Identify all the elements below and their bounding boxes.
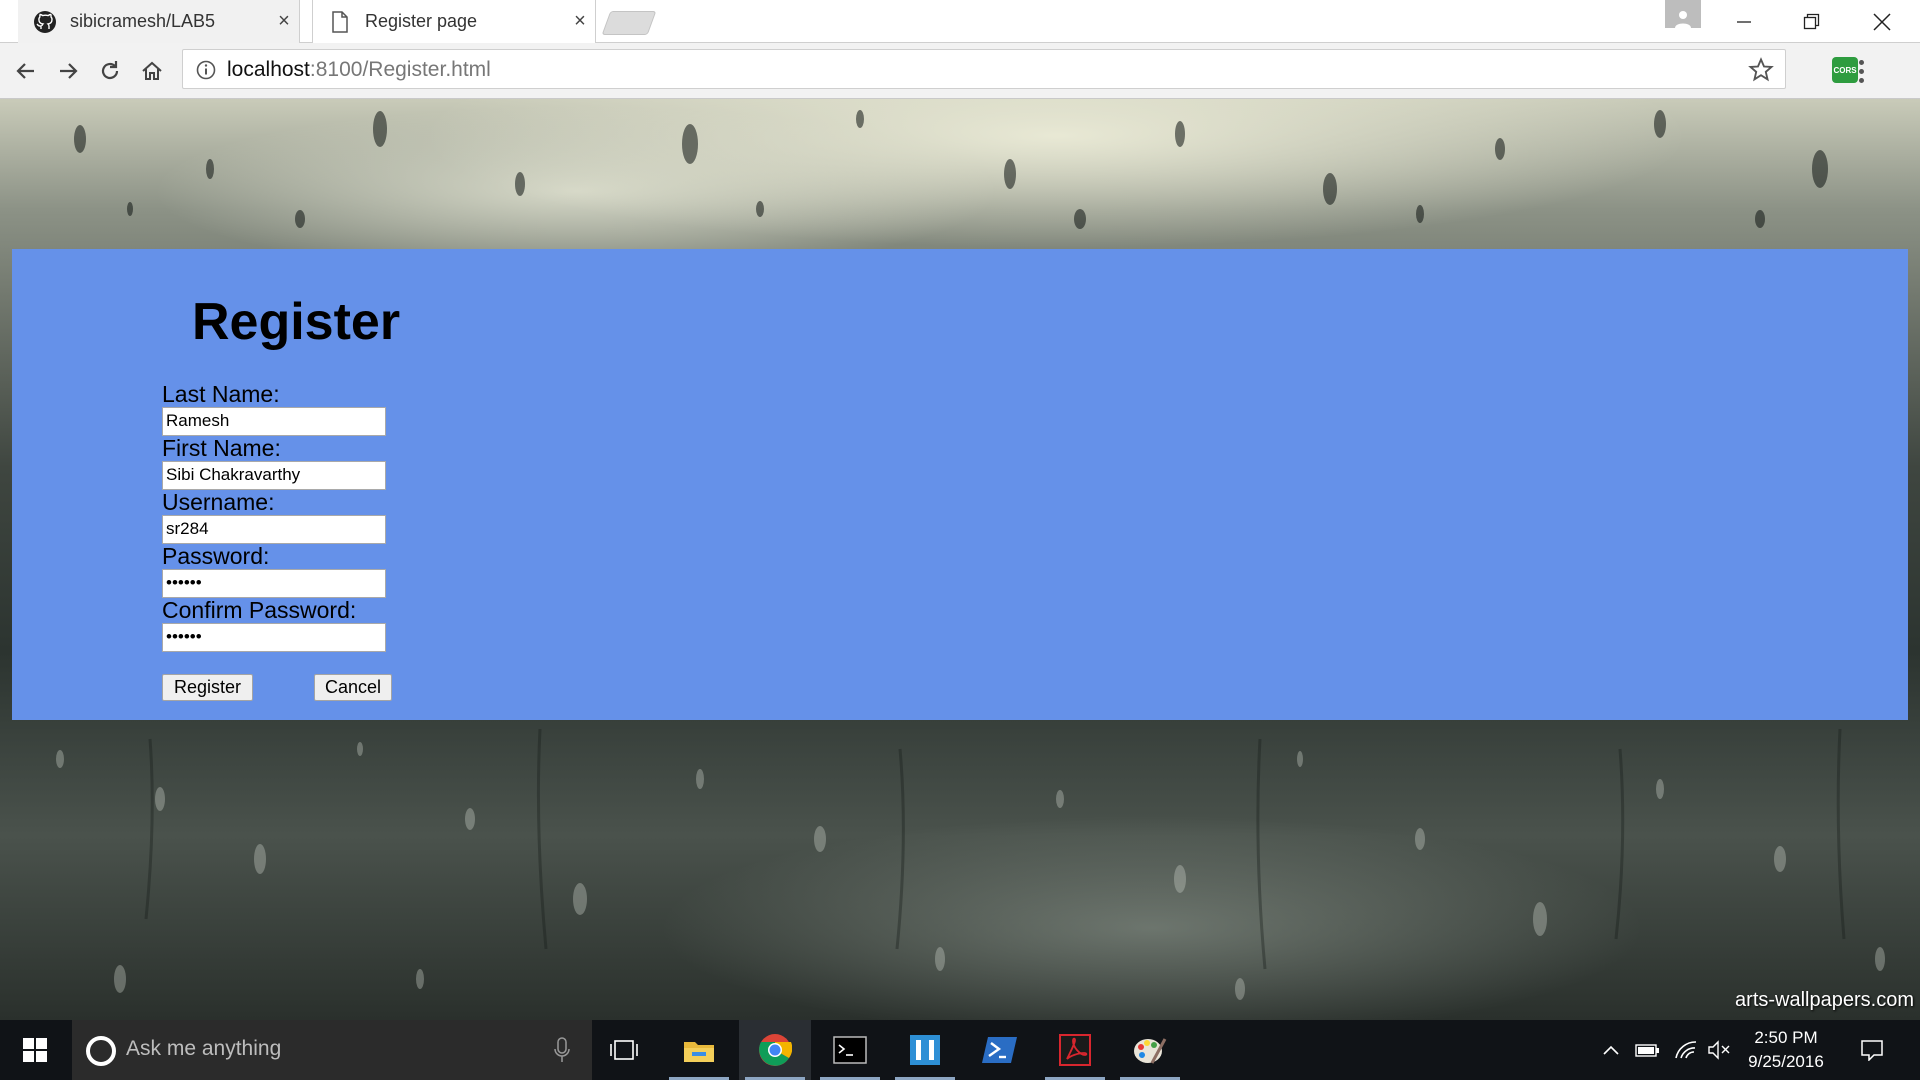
home-icon[interactable] <box>136 55 168 87</box>
tab-label: Register page <box>365 11 478 31</box>
tab-label: sibicramesh/LAB5 <box>70 11 216 31</box>
back-icon[interactable] <box>10 55 42 87</box>
url-host: localhost <box>227 58 310 81</box>
bookmark-star-icon[interactable] <box>1747 56 1775 84</box>
watermark-text: arts-wallpapers.com <box>1735 989 1914 1011</box>
chevron-up-icon[interactable] <box>1596 1020 1626 1080</box>
password-input[interactable]: •••••• <box>162 569 386 598</box>
confirm-password-input[interactable]: •••••• <box>162 623 386 652</box>
new-tab-button[interactable] <box>601 11 657 35</box>
windows-start-icon[interactable] <box>0 1020 70 1080</box>
document-icon <box>327 9 353 35</box>
wifi-icon[interactable] <box>1670 1020 1702 1080</box>
search-placeholder: Ask me anything <box>126 1037 282 1060</box>
powershell-icon[interactable] <box>964 1020 1036 1080</box>
browser-toolbar: localhost:8100/Register.html CORS <box>0 43 1920 99</box>
clock-date: 9/25/2016 <box>1748 1052 1824 1071</box>
url-text[interactable]: localhost:8100/Register.html <box>227 58 491 82</box>
username-label: Username: <box>162 489 275 515</box>
cortana-search-box[interactable]: Ask me anything <box>72 1020 592 1080</box>
username-input[interactable]: sr284 <box>162 515 386 544</box>
page-viewport: Register Last Name: Ramesh First Name: S… <box>0 99 1920 1020</box>
url-path: :8100/Register.html <box>309 58 491 81</box>
system-clock[interactable]: 2:50 PM 9/25/2016 <box>1736 1026 1836 1074</box>
github-icon <box>32 9 58 35</box>
volume-muted-icon[interactable] <box>1704 1020 1734 1080</box>
first-name-input[interactable]: Sibi Chakravarthy <box>162 461 386 490</box>
password-label: Password: <box>162 543 270 569</box>
tab-register-page[interactable]: Register page × <box>312 0 596 43</box>
cancel-button[interactable]: Cancel <box>314 674 392 701</box>
clock-time: 2:50 PM <box>1754 1028 1818 1047</box>
last-name-label: Last Name: <box>162 381 280 407</box>
close-window-icon[interactable] <box>1852 0 1912 43</box>
paint-icon[interactable] <box>1114 1020 1186 1080</box>
reload-icon[interactable] <box>94 55 126 87</box>
command-prompt-icon[interactable] <box>814 1020 886 1080</box>
confirm-password-label: Confirm Password: <box>162 597 357 623</box>
register-panel: Register Last Name: Ramesh First Name: S… <box>12 249 1908 720</box>
register-button[interactable]: Register <box>162 674 253 701</box>
acrobat-reader-icon[interactable] <box>1039 1020 1111 1080</box>
action-center-icon[interactable] <box>1852 1020 1892 1080</box>
battery-icon[interactable] <box>1632 1020 1664 1080</box>
cortana-icon <box>86 1036 116 1066</box>
register-form: Last Name: Ramesh First Name: Sibi Chakr… <box>162 382 462 652</box>
chrome-icon[interactable] <box>739 1020 811 1080</box>
chrome-menu-icon[interactable] <box>1846 53 1876 89</box>
tab-github[interactable]: sibicramesh/LAB5 × <box>18 0 300 43</box>
task-view-icon[interactable] <box>588 1020 660 1080</box>
microphone-icon[interactable] <box>554 1036 570 1064</box>
restore-icon[interactable] <box>1782 0 1842 43</box>
forward-icon[interactable] <box>52 55 84 87</box>
last-name-input[interactable]: Ramesh <box>162 407 386 436</box>
tab-close-icon[interactable]: × <box>269 10 299 33</box>
file-explorer-icon[interactable] <box>663 1020 735 1080</box>
visual-studio-code-icon[interactable] <box>889 1020 961 1080</box>
page-title: Register <box>192 293 401 351</box>
address-bar[interactable]: localhost:8100/Register.html <box>182 49 1786 89</box>
tab-strip: sibicramesh/LAB5 × Register page × <box>0 0 1920 43</box>
info-icon[interactable] <box>195 59 217 81</box>
tab-close-icon[interactable]: × <box>565 10 595 33</box>
minimize-icon[interactable] <box>1714 0 1774 43</box>
first-name-label: First Name: <box>162 435 281 461</box>
profile-icon[interactable] <box>1665 0 1701 28</box>
windows-taskbar: Ask me anything 2:50 PM 9/25/2016 <box>0 1020 1920 1080</box>
